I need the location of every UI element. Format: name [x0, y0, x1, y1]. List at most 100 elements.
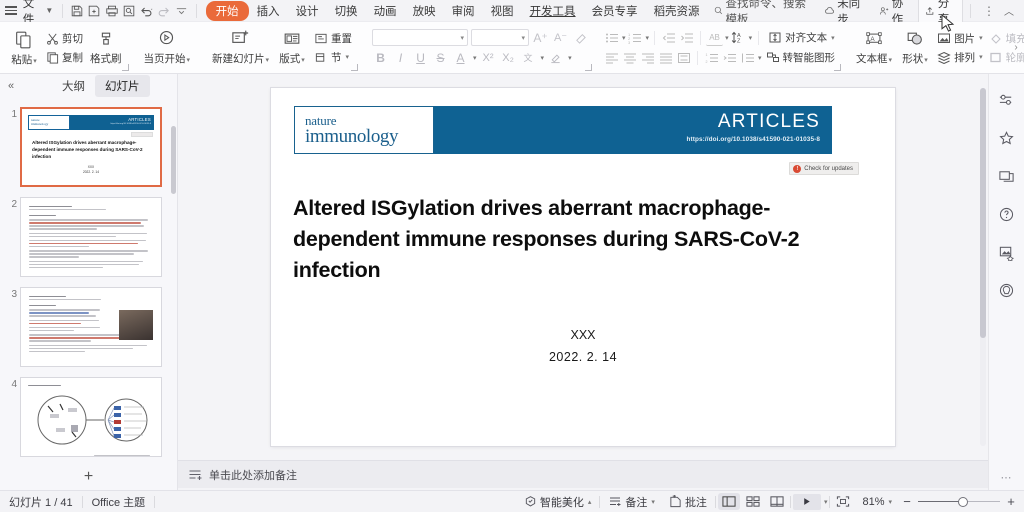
start-from-current-button[interactable]: 当页开始▾	[140, 27, 195, 68]
slide-subtitle[interactable]: XXX 2022. 2. 14	[271, 325, 895, 369]
align-left-icon[interactable]	[603, 49, 620, 66]
distribute-icon[interactable]	[675, 49, 692, 66]
grow-font-icon[interactable]: A⁺	[532, 29, 549, 46]
undo-icon[interactable]	[138, 2, 156, 20]
thumbnail-item[interactable]: 2	[0, 192, 177, 282]
zoom-in-button[interactable]: +	[1004, 494, 1018, 509]
thumbnail-list[interactable]: 1 nature immunology ARTICLES https://doi…	[0, 98, 177, 464]
tab-review[interactable]: 审阅	[444, 1, 483, 21]
decrease-indent-icon[interactable]	[660, 29, 677, 46]
increase-indent-icon[interactable]	[678, 29, 695, 46]
slides-dialog-launcher[interactable]	[351, 64, 359, 71]
tab-transition[interactable]: 切换	[327, 1, 366, 21]
shield-icon[interactable]	[995, 278, 1019, 302]
zoom-slider[interactable]	[918, 496, 1000, 507]
textbox-button[interactable]: A 文本框▾	[852, 28, 896, 68]
app-menu-icon[interactable]	[0, 4, 23, 17]
section-button[interactable]: 节 ▾	[311, 49, 355, 66]
tab-member[interactable]: 会员专享	[584, 1, 646, 21]
arrange-button[interactable]: 排列 ▾	[934, 49, 986, 66]
subscript-icon[interactable]: X₂	[500, 49, 517, 66]
bold-icon[interactable]: B	[372, 49, 389, 66]
tab-developer[interactable]: 开发工具	[522, 1, 584, 21]
thumbnail-slide-1[interactable]: nature immunology ARTICLES https://doi.o…	[20, 107, 162, 187]
zoom-track[interactable]	[918, 496, 1000, 507]
clipboard-dialog-launcher[interactable]	[121, 64, 129, 71]
format-painter-button[interactable]: 格式刷	[86, 28, 126, 68]
shape-button[interactable]: 形状▾	[896, 28, 934, 68]
ribbon-overflow-icon[interactable]: ›	[1010, 39, 1022, 57]
canvas-scrollbar[interactable]	[980, 88, 986, 446]
layout-button[interactable]: 版式▾	[273, 28, 311, 68]
help-icon[interactable]	[995, 202, 1019, 226]
zoom-level-button[interactable]: 81% ▾	[856, 495, 898, 509]
numbering-level-icon[interactable]: 12	[703, 49, 720, 66]
align-text-button[interactable]: 对齐文本 ▾	[765, 29, 838, 46]
tab-design[interactable]: 设计	[288, 1, 327, 21]
slide-title[interactable]: Altered ISGylation drives aberrant macro…	[293, 193, 855, 286]
pinyin-guide-icon[interactable]: 文	[520, 49, 537, 66]
numbered-list-icon[interactable]: 123	[627, 29, 644, 46]
tab-resources[interactable]: 稻壳资源	[646, 1, 708, 21]
zoom-out-button[interactable]: −	[900, 494, 914, 509]
customize-quick-access-icon[interactable]	[173, 2, 191, 20]
notes-pane[interactable]: 单击此处添加备注	[178, 460, 988, 488]
print-preview-icon[interactable]	[121, 2, 139, 20]
save-as-icon[interactable]	[86, 2, 104, 20]
highlight-icon[interactable]	[547, 49, 564, 66]
font-color-icon[interactable]: A	[452, 49, 469, 66]
add-slide-button[interactable]: +	[0, 464, 177, 490]
line-spacing-icon[interactable]: AZ	[730, 29, 747, 46]
thumbnail-slide-4[interactable]	[20, 377, 162, 457]
zoom-knob[interactable]	[958, 496, 969, 507]
convert-smartart-button[interactable]: 转智能图形	[763, 49, 839, 66]
align-center-icon[interactable]	[621, 49, 638, 66]
collapse-panel-icon[interactable]: «	[0, 80, 22, 92]
paragraph-dialog-launcher[interactable]	[834, 64, 842, 71]
print-icon[interactable]	[103, 2, 121, 20]
tab-slides[interactable]: 幻灯片	[95, 75, 150, 97]
magic-star-icon[interactable]	[995, 126, 1019, 150]
font-size-select[interactable]: ▾	[471, 29, 530, 46]
more-options-icon[interactable]: ⋮	[978, 4, 1000, 18]
tab-start[interactable]: 开始	[205, 0, 249, 21]
thumbnail-slide-3[interactable]	[20, 287, 162, 367]
smart-beautify-button[interactable]: 智能美化 ▴	[518, 493, 598, 511]
comment-button[interactable]: 批注	[663, 493, 713, 511]
duplicate-icon[interactable]	[995, 164, 1019, 188]
bullet-list-icon[interactable]	[603, 29, 620, 46]
normal-view-icon[interactable]	[717, 493, 740, 510]
save-icon[interactable]	[68, 2, 86, 20]
superscript-icon[interactable]: X²	[480, 49, 497, 66]
slide-sorter-icon[interactable]	[742, 493, 764, 510]
tab-view[interactable]: 视图	[483, 1, 522, 21]
underline-icon[interactable]: U	[412, 49, 429, 66]
thumbnail-scrollbar[interactable]	[171, 126, 176, 194]
collapse-ribbon-icon[interactable]: ︿	[1002, 3, 1020, 18]
tab-insert[interactable]: 插入	[249, 1, 288, 21]
copy-button[interactable]: 复制	[43, 49, 86, 66]
paragraph-spacing-icon[interactable]	[739, 49, 756, 66]
paste-button[interactable]: 粘贴▾	[5, 27, 43, 69]
redo-icon[interactable]	[156, 2, 174, 20]
align-right-icon[interactable]	[639, 49, 656, 66]
fit-to-window-icon[interactable]	[832, 493, 854, 510]
image-effects-icon[interactable]	[995, 240, 1019, 264]
current-slide[interactable]: nature immunology ARTICLES https://doi.o…	[271, 88, 895, 446]
thumbnail-slide-2[interactable]	[20, 197, 162, 277]
italic-icon[interactable]: I	[392, 49, 409, 66]
reading-view-icon[interactable]	[766, 493, 788, 510]
text-direction-icon[interactable]: AB	[706, 29, 724, 46]
strikethrough-icon[interactable]: S	[432, 49, 449, 66]
play-options-icon[interactable]: ▾	[824, 498, 828, 506]
clear-format-icon[interactable]	[572, 29, 589, 46]
thumbnail-item[interactable]: 4	[0, 372, 177, 462]
theme-label[interactable]: Office 主题	[83, 494, 155, 510]
thumbnail-item[interactable]: 3	[0, 282, 177, 372]
font-family-select[interactable]: ▾	[372, 29, 469, 46]
rail-more-icon[interactable]: ⋯	[1001, 471, 1013, 484]
play-slideshow-button[interactable]	[792, 493, 821, 510]
cut-button[interactable]: 剪切	[43, 30, 86, 47]
reset-button[interactable]: 重置	[311, 30, 355, 47]
tab-outline[interactable]: 大纲	[52, 75, 95, 97]
